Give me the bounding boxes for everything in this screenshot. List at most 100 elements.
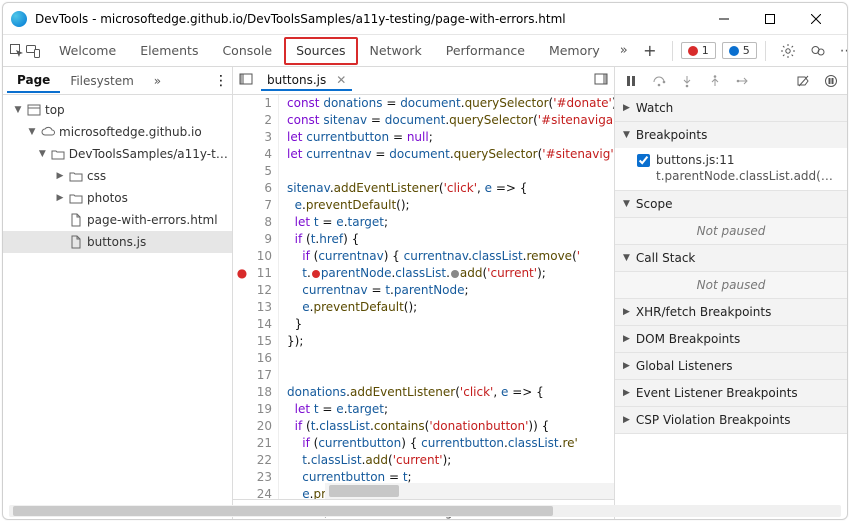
- line-number[interactable]: 18: [251, 384, 272, 401]
- toggle-navigator-icon[interactable]: [239, 72, 253, 89]
- code-line[interactable]: let t = e.target;: [287, 401, 614, 418]
- breakpoint-gutter[interactable]: [233, 401, 251, 418]
- code-line[interactable]: t.classList.add('current');: [287, 452, 614, 469]
- navigator-tab-filesystem[interactable]: Filesystem: [60, 70, 143, 92]
- section-xhr[interactable]: ▶XHR/fetch Breakpoints: [615, 299, 847, 325]
- step-out-icon[interactable]: [703, 69, 727, 93]
- code-line[interactable]: let currentnav = document.querySelector(…: [287, 146, 614, 163]
- breakpoint-checkbox[interactable]: [637, 154, 650, 167]
- step-icon[interactable]: [731, 69, 755, 93]
- breakpoint-gutter[interactable]: [233, 214, 251, 231]
- line-number[interactable]: 24: [251, 486, 272, 499]
- breakpoint-gutter[interactable]: ●: [233, 265, 251, 282]
- panel-tab-sources[interactable]: Sources: [284, 37, 357, 65]
- more-options-icon[interactable]: ⋯: [834, 37, 848, 65]
- line-number[interactable]: 23: [251, 469, 272, 486]
- issues-count-badge[interactable]: 5: [722, 42, 757, 59]
- code-line[interactable]: }: [287, 316, 614, 333]
- code-line[interactable]: const sitenav = document.querySelector('…: [287, 112, 614, 129]
- line-number[interactable]: 17: [251, 367, 272, 384]
- breakpoint-gutter[interactable]: [233, 316, 251, 333]
- window-maximize-button[interactable]: [747, 3, 793, 35]
- section-dom[interactable]: ▶DOM Breakpoints: [615, 326, 847, 352]
- breakpoint-gutter[interactable]: [233, 418, 251, 435]
- code-line[interactable]: if (t.href) {: [287, 231, 614, 248]
- breakpoint-gutter[interactable]: [233, 129, 251, 146]
- tree-item-microsoftedge-github-io[interactable]: ▼microsoftedge.github.io: [3, 121, 232, 143]
- new-tab-button[interactable]: +: [636, 37, 664, 65]
- breakpoint-gutter[interactable]: [233, 350, 251, 367]
- breakpoint-gutter[interactable]: [233, 231, 251, 248]
- panel-tab-network[interactable]: Network: [358, 35, 434, 67]
- code-line[interactable]: if (t.classList.contains('donationbutton…: [287, 418, 614, 435]
- section-callstack[interactable]: ▼Call Stack: [615, 245, 847, 271]
- code-line[interactable]: const donations = document.querySelector…: [287, 95, 614, 112]
- code-line[interactable]: e.preventDefault();: [287, 299, 614, 316]
- breakpoint-gutter[interactable]: [233, 197, 251, 214]
- window-minimize-button[interactable]: [701, 3, 747, 35]
- breakpoint-gutter[interactable]: [233, 299, 251, 316]
- device-emulation-icon[interactable]: [25, 37, 41, 65]
- line-number[interactable]: 21: [251, 435, 272, 452]
- settings-gear-icon[interactable]: [774, 37, 802, 65]
- editor-horizontal-scrollbar[interactable]: [325, 483, 614, 499]
- navigator-overflow-icon[interactable]: ⋮: [214, 73, 228, 89]
- line-number[interactable]: 1: [251, 95, 272, 112]
- breakpoint-gutter[interactable]: [233, 282, 251, 299]
- line-number[interactable]: 8: [251, 214, 272, 231]
- line-number[interactable]: 6: [251, 180, 272, 197]
- panel-tab-welcome[interactable]: Welcome: [47, 35, 128, 67]
- tree-item-page-with-errors-html[interactable]: page-with-errors.html: [3, 209, 232, 231]
- step-over-icon[interactable]: [647, 69, 671, 93]
- pause-on-exceptions-icon[interactable]: [819, 69, 843, 93]
- breakpoint-item[interactable]: buttons.js:11 t.parentNode.classList.add…: [637, 152, 841, 184]
- line-number[interactable]: 13: [251, 299, 272, 316]
- deactivate-breakpoints-icon[interactable]: [791, 69, 815, 93]
- code-line[interactable]: t.parentNode.classList.add('current');: [287, 265, 614, 282]
- step-into-icon[interactable]: [675, 69, 699, 93]
- editor-file-tab[interactable]: buttons.js ✕: [261, 71, 352, 91]
- breakpoint-gutter[interactable]: [233, 248, 251, 265]
- breakpoint-gutter[interactable]: [233, 486, 251, 499]
- line-number[interactable]: 3: [251, 129, 272, 146]
- code-line[interactable]: sitenav.addEventListener('click', e => {: [287, 180, 614, 197]
- breakpoint-gutter[interactable]: [233, 469, 251, 486]
- panel-tab-performance[interactable]: Performance: [434, 35, 537, 67]
- line-number[interactable]: 10: [251, 248, 272, 265]
- breakpoint-gutter[interactable]: [233, 435, 251, 452]
- line-number[interactable]: 16: [251, 350, 272, 367]
- more-tabs-button[interactable]: »: [612, 43, 636, 58]
- code-line[interactable]: if (currentnav) { currentnav.classList.r…: [287, 248, 614, 265]
- line-number[interactable]: 22: [251, 452, 272, 469]
- navigator-tab-page[interactable]: Page: [7, 69, 60, 93]
- section-breakpoints[interactable]: ▼Breakpoints: [615, 122, 847, 148]
- feedback-icon[interactable]: [804, 37, 832, 65]
- breakpoint-gutter[interactable]: [233, 163, 251, 180]
- code-line[interactable]: [287, 350, 614, 367]
- breakpoint-gutter[interactable]: [233, 367, 251, 384]
- section-event[interactable]: ▶Event Listener Breakpoints: [615, 380, 847, 406]
- line-number[interactable]: 11: [251, 265, 272, 282]
- breakpoint-gutter[interactable]: [233, 333, 251, 350]
- code-line[interactable]: [287, 163, 614, 180]
- code-line[interactable]: donations.addEventListener('click', e =>…: [287, 384, 614, 401]
- code-line[interactable]: let t = e.target;: [287, 214, 614, 231]
- code-line[interactable]: let currentbutton = null;: [287, 129, 614, 146]
- code-editor[interactable]: ● 12345678910111213141516171819202122232…: [233, 95, 614, 499]
- section-scope[interactable]: ▼Scope: [615, 191, 847, 217]
- line-number[interactable]: 5: [251, 163, 272, 180]
- line-number[interactable]: 19: [251, 401, 272, 418]
- line-number[interactable]: 2: [251, 112, 272, 129]
- line-number[interactable]: 20: [251, 418, 272, 435]
- breakpoint-gutter[interactable]: [233, 180, 251, 197]
- tree-item-buttons-js[interactable]: buttons.js: [3, 231, 232, 253]
- code-line[interactable]: e.preventDefault();: [287, 197, 614, 214]
- tree-item-photos[interactable]: ▶photos: [3, 187, 232, 209]
- tree-item-devtoolssamples-a11y-testing[interactable]: ▼DevToolsSamples/a11y-testing: [3, 143, 232, 165]
- line-number[interactable]: 4: [251, 146, 272, 163]
- section-watch[interactable]: ▶Watch: [615, 95, 847, 121]
- pause-script-icon[interactable]: [619, 69, 643, 93]
- inspect-element-icon[interactable]: [9, 37, 25, 65]
- breakpoint-gutter[interactable]: [233, 146, 251, 163]
- code-line[interactable]: if (currentbutton) { currentbutton.class…: [287, 435, 614, 452]
